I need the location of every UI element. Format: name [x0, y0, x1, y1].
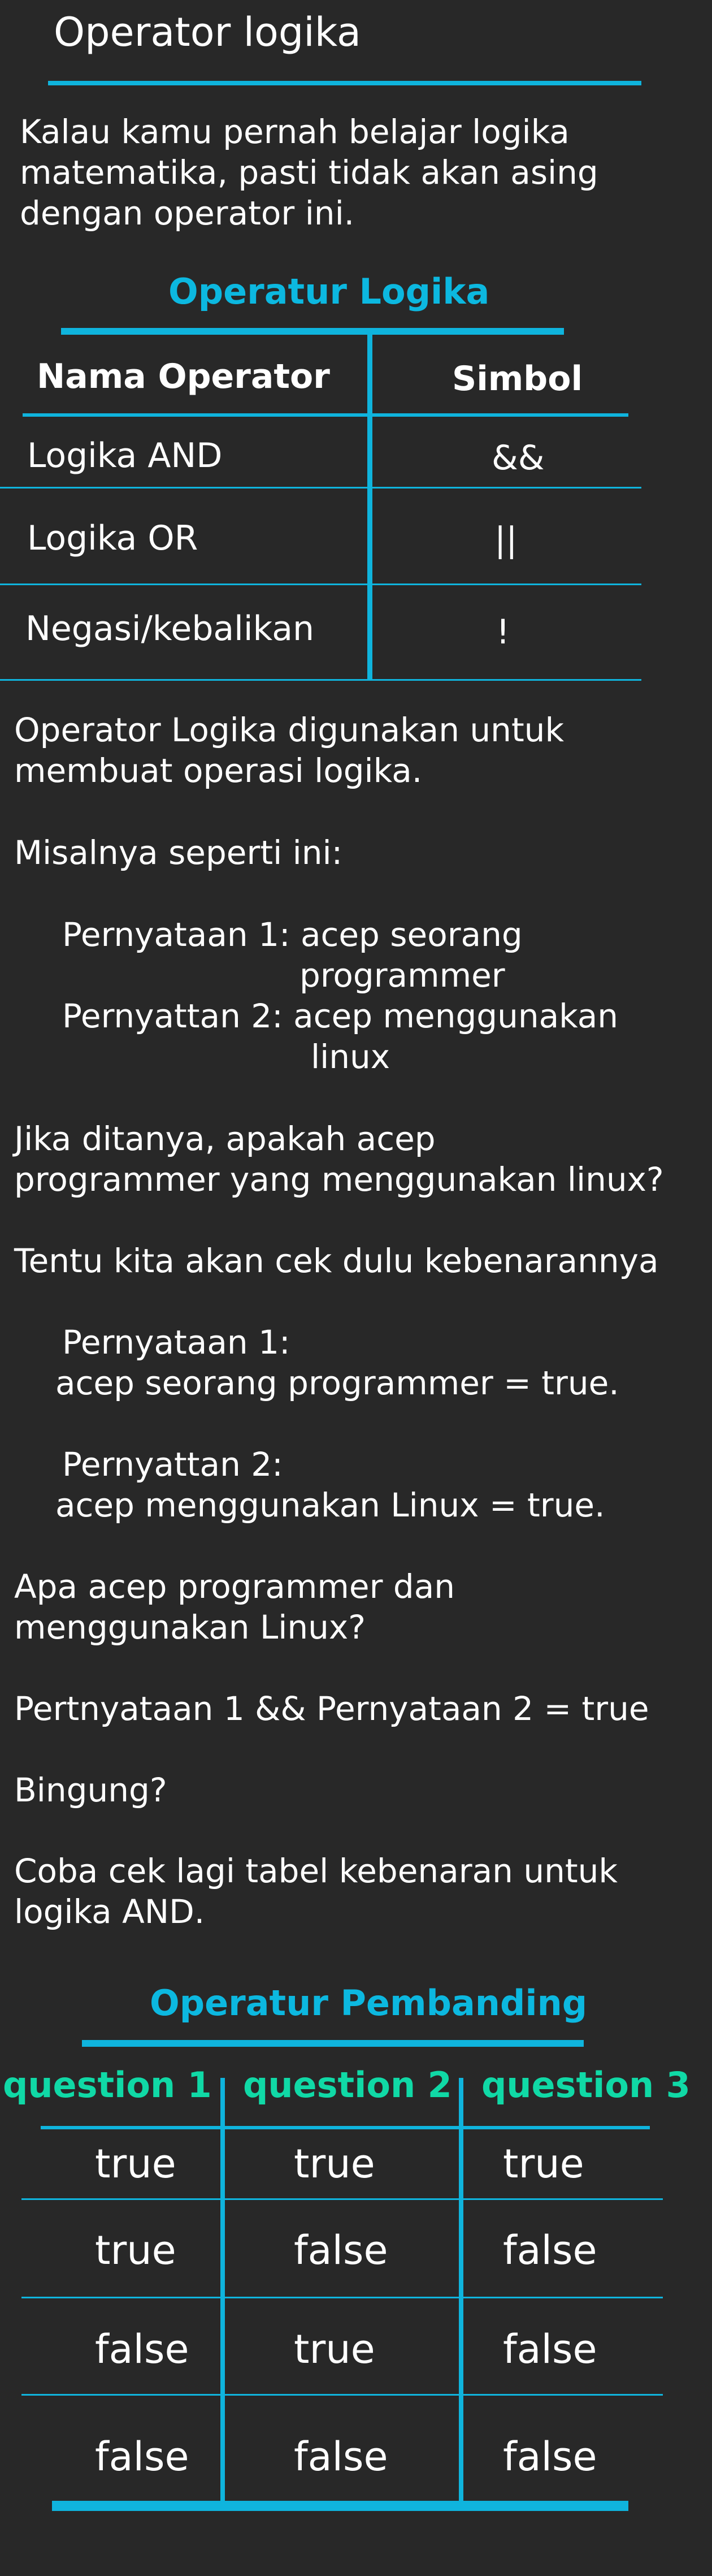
- body-line: Bingung?: [14, 1771, 167, 1809]
- table-logika-row-line: [0, 584, 641, 585]
- table-logika-bottom-line: [0, 679, 641, 681]
- body-line: Coba cek lagi tabel kebenaran untuk: [14, 1852, 618, 1890]
- table-pembanding-row-line: [21, 2394, 663, 2396]
- body-line: programmer yang menggunakan linux?: [14, 1160, 664, 1199]
- table-pembanding-cell: false: [503, 2326, 597, 2372]
- table-pembanding-row-line: [21, 2297, 663, 2298]
- table-pembanding-cell: true: [294, 2141, 375, 2187]
- table-pembanding-bottom-line: [52, 2501, 628, 2511]
- intro-line-3: dengan operator ini.: [20, 194, 355, 232]
- table-logika-row-line: [0, 487, 641, 489]
- table-logika-top-line: [61, 328, 564, 335]
- body-line: Tentu kita akan cek dulu kebenarannya: [14, 1242, 659, 1280]
- table-pembanding-cell: false: [95, 2434, 189, 2480]
- body-line: Operator Logika digunakan untuk: [14, 711, 565, 749]
- table-pembanding-header-line: [41, 2126, 650, 2129]
- table-pembanding-title: Operatur Pembanding: [150, 1982, 588, 2024]
- table-pembanding-top-line: [82, 2040, 584, 2047]
- table-logika-row-2-name: Logika OR: [27, 518, 198, 558]
- table-pembanding-cell: false: [95, 2326, 189, 2372]
- table-logika-title: Operatur Logika: [168, 271, 490, 312]
- table-pembanding-cell: false: [503, 2227, 597, 2274]
- table-pembanding-row-line: [21, 2198, 663, 2200]
- table-pembanding-header-3: question 3: [481, 2064, 691, 2106]
- body-line: menggunakan Linux?: [14, 1608, 366, 1646]
- table-pembanding-cell: true: [294, 2326, 375, 2372]
- table-logika-header-symbol: Simbol: [452, 359, 583, 399]
- title-underline: [48, 81, 641, 85]
- body-line: Jika ditanya, apakah acep: [14, 1120, 436, 1158]
- table-logika-row-1-name: Logika AND: [27, 436, 223, 476]
- body-line: Pernyattan 2:: [62, 1445, 283, 1484]
- table-pembanding-divider-1: [220, 2078, 225, 2508]
- page-title: Operator logika: [54, 9, 361, 55]
- table-logika-header-line: [23, 413, 628, 417]
- body-line: logika AND.: [14, 1892, 205, 1931]
- body-line: acep menggunakan Linux = true.: [55, 1486, 605, 1524]
- table-logika-row-3-name: Negasi/kebalikan: [25, 609, 314, 649]
- table-pembanding-cell: false: [294, 2434, 388, 2480]
- body-line: Apa acep programmer dan: [14, 1567, 455, 1606]
- table-pembanding-cell: false: [503, 2434, 597, 2480]
- table-logika-row-1-symbol: &&: [492, 438, 545, 478]
- body-line: Pernyattan 2: acep menggunakan: [62, 997, 619, 1035]
- body-line: Pernyataan 1: acep seorang: [62, 915, 523, 954]
- intro-line-1: Kalau kamu pernah belajar logika: [20, 113, 570, 151]
- table-logika-row-3-symbol: !: [496, 612, 510, 652]
- body-line: linux: [311, 1038, 390, 1076]
- table-pembanding-cell: false: [294, 2227, 388, 2274]
- page: { "title": "Operator logika", "intro": […: [0, 0, 712, 2576]
- body-line: Pernyataan 1:: [62, 1323, 290, 1362]
- intro-line-2: matematika, pasti tidak akan asing: [20, 153, 598, 192]
- table-pembanding-divider-2: [459, 2078, 463, 2508]
- body-line: Misalnya seperti ini:: [14, 833, 343, 872]
- table-pembanding-header-1: question 1: [3, 2064, 212, 2106]
- table-logika-divider: [367, 334, 372, 681]
- body-line: Pertnyataan 1 && Pernyataan 2 = true: [14, 1689, 649, 1728]
- body-line: programmer: [299, 956, 505, 995]
- body-line: acep seorang programmer = true.: [55, 1364, 619, 1402]
- table-pembanding-cell: true: [95, 2141, 176, 2187]
- table-pembanding-cell: true: [503, 2141, 584, 2187]
- table-logika-header-name: Nama Operator: [37, 357, 330, 396]
- table-pembanding-cell: true: [95, 2227, 176, 2274]
- table-logika-row-2-symbol: ||: [494, 520, 518, 560]
- table-pembanding-header-2: question 2: [243, 2064, 452, 2106]
- body-line: membuat operasi logika.: [14, 751, 423, 790]
